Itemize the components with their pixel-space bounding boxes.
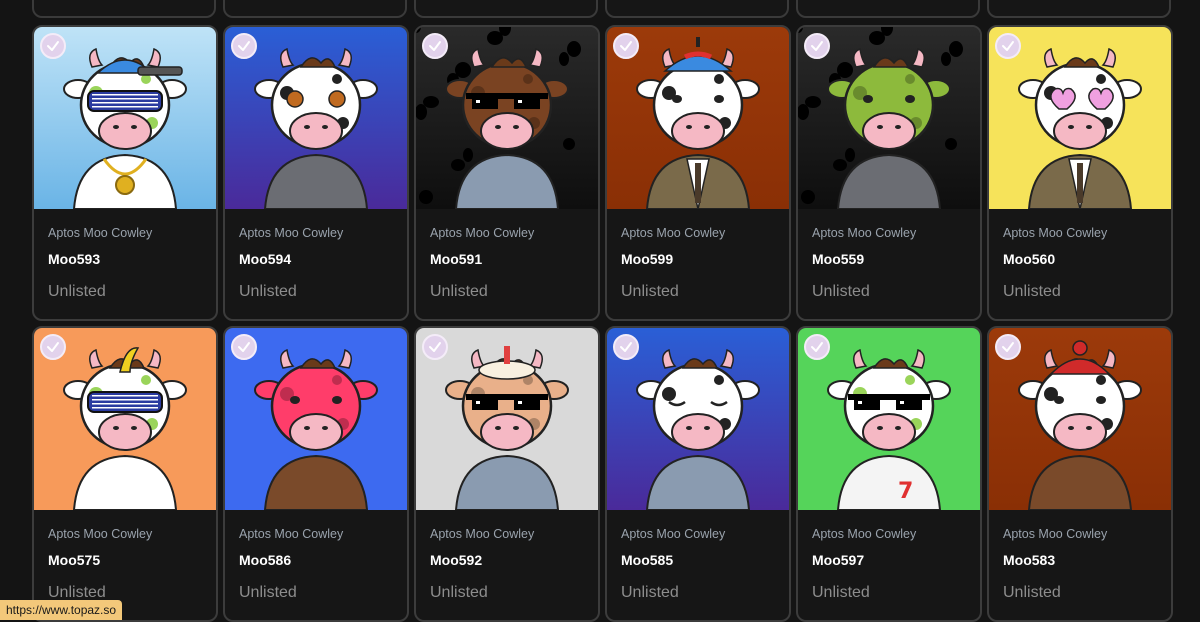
- select-checkbox[interactable]: [422, 334, 448, 360]
- token-name[interactable]: Moo597: [812, 552, 864, 568]
- collection-name: Aptos Moo Cowley: [48, 226, 153, 240]
- token-name[interactable]: Moo599: [621, 251, 673, 267]
- listing-status: Unlisted: [812, 283, 870, 300]
- check-icon: [811, 41, 823, 51]
- nft-card[interactable]: Aptos Moo Cowley Moo591 Unlisted: [414, 25, 600, 321]
- collection-name: Aptos Moo Cowley: [812, 527, 917, 541]
- listing-status: Unlisted: [1003, 283, 1061, 300]
- nft-card[interactable]: Aptos Moo Cowley Moo560 Unlisted: [987, 25, 1173, 321]
- nft-card[interactable]: Aptos Moo Cowley Moo575 Unlisted: [32, 326, 218, 622]
- select-checkbox[interactable]: [804, 33, 830, 59]
- select-checkbox[interactable]: [422, 33, 448, 59]
- status-bar-url: https://www.topaz.so: [0, 600, 123, 620]
- listing-status: Unlisted: [430, 283, 488, 300]
- token-name[interactable]: Moo592: [430, 552, 482, 568]
- select-checkbox[interactable]: [995, 33, 1021, 59]
- check-icon: [620, 41, 632, 51]
- nft-card[interactable]: Aptos Moo Cowley Moo583 Unlisted: [987, 326, 1173, 622]
- collection-name: Aptos Moo Cowley: [430, 226, 535, 240]
- token-name[interactable]: Moo585: [621, 552, 673, 568]
- nft-card[interactable]: Aptos Moo Cowley Moo599 Unlisted: [605, 25, 791, 321]
- listing-status: Unlisted: [239, 584, 297, 601]
- collection-name: Aptos Moo Cowley: [239, 527, 344, 541]
- listing-status: Unlisted: [239, 283, 297, 300]
- check-icon: [429, 41, 441, 51]
- collection-name: Aptos Moo Cowley: [812, 226, 917, 240]
- select-checkbox[interactable]: [40, 33, 66, 59]
- partial-card[interactable]: [223, 0, 407, 18]
- listing-status: Unlisted: [621, 283, 679, 300]
- check-icon: [1002, 342, 1014, 352]
- select-checkbox[interactable]: [613, 334, 639, 360]
- listing-status: Unlisted: [430, 584, 488, 601]
- collection-name: Aptos Moo Cowley: [48, 527, 153, 541]
- collection-name: Aptos Moo Cowley: [239, 226, 344, 240]
- nft-card[interactable]: Aptos Moo Cowley Moo593 Unlisted: [32, 25, 218, 321]
- collection-name: Aptos Moo Cowley: [1003, 226, 1108, 240]
- select-checkbox[interactable]: [231, 334, 257, 360]
- partial-card[interactable]: [987, 0, 1171, 18]
- token-name[interactable]: Moo593: [48, 251, 100, 267]
- nft-card[interactable]: Aptos Moo Cowley Moo594 Unlisted: [223, 25, 409, 321]
- collection-name: Aptos Moo Cowley: [621, 527, 726, 541]
- check-icon: [47, 41, 59, 51]
- svg-text:7: 7: [898, 479, 913, 504]
- listing-status: Unlisted: [48, 283, 106, 300]
- token-name[interactable]: Moo583: [1003, 552, 1055, 568]
- select-checkbox[interactable]: [40, 334, 66, 360]
- token-name[interactable]: Moo594: [239, 251, 291, 267]
- nft-card[interactable]: 7 Aptos Moo Cowley Moo597 Unlisted: [796, 326, 982, 622]
- listing-status: Unlisted: [812, 584, 870, 601]
- token-name[interactable]: Moo559: [812, 251, 864, 267]
- partial-card[interactable]: [414, 0, 598, 18]
- nft-card[interactable]: Aptos Moo Cowley Moo592 Unlisted: [414, 326, 600, 622]
- select-checkbox[interactable]: [995, 334, 1021, 360]
- partial-card[interactable]: [796, 0, 980, 18]
- check-icon: [429, 342, 441, 352]
- token-name[interactable]: Moo591: [430, 251, 482, 267]
- partial-card[interactable]: [605, 0, 789, 18]
- token-name[interactable]: Moo560: [1003, 251, 1055, 267]
- select-checkbox[interactable]: [613, 33, 639, 59]
- partial-card[interactable]: [32, 0, 216, 18]
- collection-name: Aptos Moo Cowley: [621, 226, 726, 240]
- listing-status: Unlisted: [621, 584, 679, 601]
- nft-card[interactable]: Aptos Moo Cowley Moo586 Unlisted: [223, 326, 409, 622]
- select-checkbox[interactable]: [231, 33, 257, 59]
- collection-name: Aptos Moo Cowley: [430, 527, 535, 541]
- check-icon: [811, 342, 823, 352]
- nft-card[interactable]: Aptos Moo Cowley Moo585 Unlisted: [605, 326, 791, 622]
- select-checkbox[interactable]: [804, 334, 830, 360]
- token-name[interactable]: Moo586: [239, 552, 291, 568]
- nft-card[interactable]: Aptos Moo Cowley Moo559 Unlisted: [796, 25, 982, 321]
- check-icon: [47, 342, 59, 352]
- check-icon: [238, 342, 250, 352]
- check-icon: [238, 41, 250, 51]
- listing-status: Unlisted: [1003, 584, 1061, 601]
- collection-name: Aptos Moo Cowley: [1003, 527, 1108, 541]
- check-icon: [620, 342, 632, 352]
- token-name[interactable]: Moo575: [48, 552, 100, 568]
- check-icon: [1002, 41, 1014, 51]
